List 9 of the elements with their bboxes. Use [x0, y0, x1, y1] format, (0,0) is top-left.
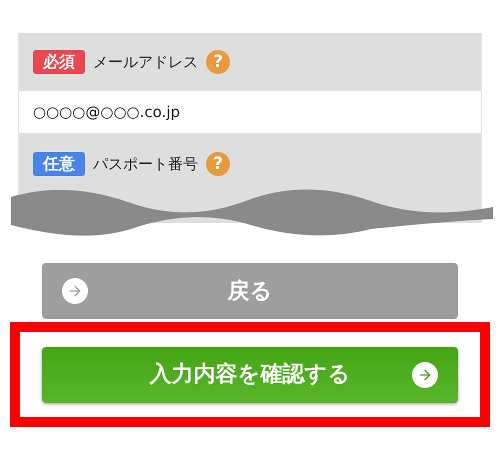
back-button[interactable]: 戻る [42, 263, 458, 319]
help-icon[interactable]: ? [206, 50, 230, 74]
field-badge: 任意 [33, 152, 85, 176]
field-label: メールアドレス [93, 52, 198, 73]
help-icon[interactable]: ? [206, 152, 230, 176]
input-field[interactable]: ○○○○@○○○.co.jp [19, 91, 481, 133]
confirm-button[interactable]: 入力内容を確認する [42, 346, 458, 402]
field-badge: 必須 [33, 50, 85, 74]
field-label: パスポート番号 [93, 154, 198, 175]
